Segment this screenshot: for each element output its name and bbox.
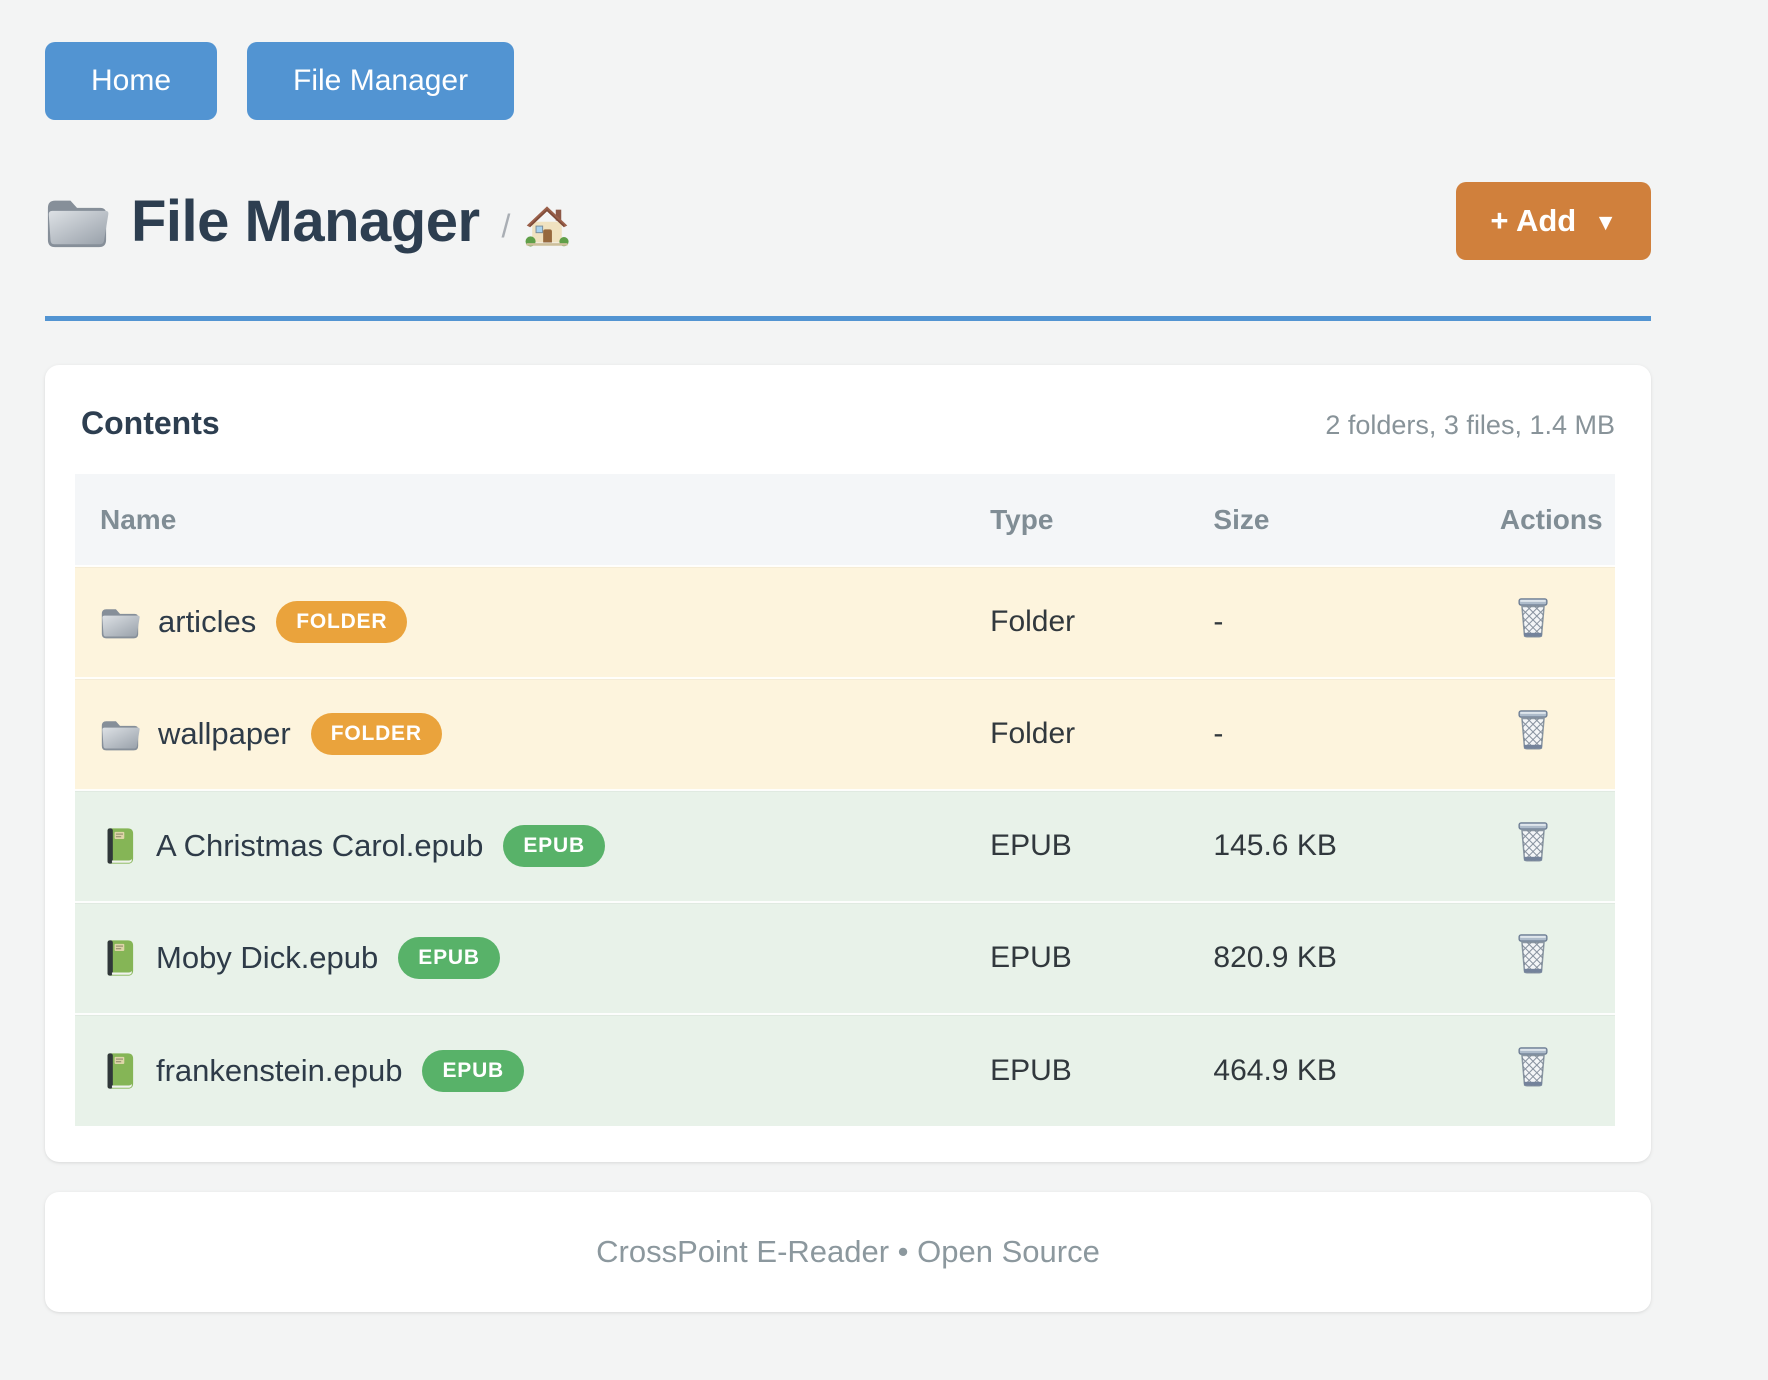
- nav-home-button[interactable]: Home: [45, 42, 217, 120]
- trash-icon: [1514, 708, 1552, 752]
- column-header-type: Type: [965, 474, 1188, 566]
- header-divider: [45, 316, 1651, 321]
- delete-button[interactable]: [1514, 708, 1552, 752]
- page-header: File Manager / + Add ▼: [45, 182, 1651, 260]
- folder-icon: [100, 717, 140, 751]
- folder-icon: [45, 193, 109, 249]
- footer-text: CrossPoint E-Reader • Open Source: [596, 1234, 1100, 1270]
- folder-icon: [100, 605, 140, 639]
- folder-badge: FOLDER: [311, 713, 442, 755]
- trash-icon: [1514, 820, 1552, 864]
- page-title: File Manager: [131, 188, 480, 255]
- breadcrumb-separator: /: [502, 208, 511, 245]
- entry-type: EPUB: [965, 1014, 1188, 1126]
- table-row-christmas-carol: A Christmas Carol.epub EPUB EPUB 145.6 K…: [75, 790, 1615, 902]
- add-button[interactable]: + Add ▼: [1456, 182, 1651, 260]
- book-icon: [104, 1052, 134, 1090]
- trash-icon: [1514, 1045, 1552, 1089]
- file-table-body: articles FOLDER Folder -: [75, 566, 1615, 1126]
- footer-card: CrossPoint E-Reader • Open Source: [45, 1192, 1651, 1312]
- book-icon: [104, 827, 134, 865]
- table-row-articles: articles FOLDER Folder -: [75, 566, 1615, 678]
- contents-title: Contents: [81, 405, 220, 442]
- trash-icon: [1514, 932, 1552, 976]
- epub-badge: EPUB: [422, 1050, 524, 1092]
- top-nav: Home File Manager: [45, 0, 1651, 120]
- nav-file-manager-button[interactable]: File Manager: [247, 42, 514, 120]
- delete-button[interactable]: [1514, 1045, 1552, 1089]
- entry-type: EPUB: [965, 902, 1188, 1014]
- entry-size: 820.9 KB: [1188, 902, 1474, 1014]
- column-header-size: Size: [1188, 474, 1474, 566]
- folder-badge: FOLDER: [276, 601, 407, 643]
- entry-size: -: [1188, 566, 1474, 678]
- table-row-frankenstein: frankenstein.epub EPUB EPUB 464.9 KB: [75, 1014, 1615, 1126]
- entry-size: -: [1188, 678, 1474, 790]
- column-header-name: Name: [75, 474, 965, 566]
- epub-badge: EPUB: [503, 825, 605, 867]
- delete-button[interactable]: [1514, 932, 1552, 976]
- book-icon: [104, 939, 134, 977]
- entry-name-link[interactable]: frankenstein.epub: [156, 1053, 402, 1089]
- add-button-label: + Add: [1490, 203, 1576, 239]
- title-group: File Manager /: [45, 188, 570, 255]
- delete-button[interactable]: [1514, 820, 1552, 864]
- contents-summary: 2 folders, 3 files, 1.4 MB: [1325, 410, 1615, 441]
- entry-size: 464.9 KB: [1188, 1014, 1474, 1126]
- contents-card-header: Contents 2 folders, 3 files, 1.4 MB: [75, 405, 1615, 442]
- entry-type: Folder: [965, 678, 1188, 790]
- column-header-actions: Actions: [1475, 474, 1615, 566]
- entry-type: EPUB: [965, 790, 1188, 902]
- entry-name-link[interactable]: wallpaper: [158, 716, 291, 752]
- entry-name-link[interactable]: Moby Dick.epub: [156, 940, 378, 976]
- trash-icon: [1514, 596, 1552, 640]
- page-container: Home File Manager File Manager / + Add ▼…: [45, 0, 1651, 1312]
- contents-card: Contents 2 folders, 3 files, 1.4 MB Name…: [45, 365, 1651, 1162]
- entry-size: 145.6 KB: [1188, 790, 1474, 902]
- caret-down-icon: ▼: [1594, 209, 1617, 236]
- table-row-moby-dick: Moby Dick.epub EPUB EPUB 820.9 KB: [75, 902, 1615, 1014]
- home-icon[interactable]: [524, 203, 570, 247]
- delete-button[interactable]: [1514, 596, 1552, 640]
- entry-name-link[interactable]: A Christmas Carol.epub: [156, 828, 483, 864]
- file-table-head: Name Type Size Actions: [75, 474, 1615, 566]
- entry-type: Folder: [965, 566, 1188, 678]
- file-table: Name Type Size Actions articles FOLDER: [75, 474, 1615, 1126]
- entry-name-link[interactable]: articles: [158, 604, 256, 640]
- table-row-wallpaper: wallpaper FOLDER Folder -: [75, 678, 1615, 790]
- epub-badge: EPUB: [398, 937, 500, 979]
